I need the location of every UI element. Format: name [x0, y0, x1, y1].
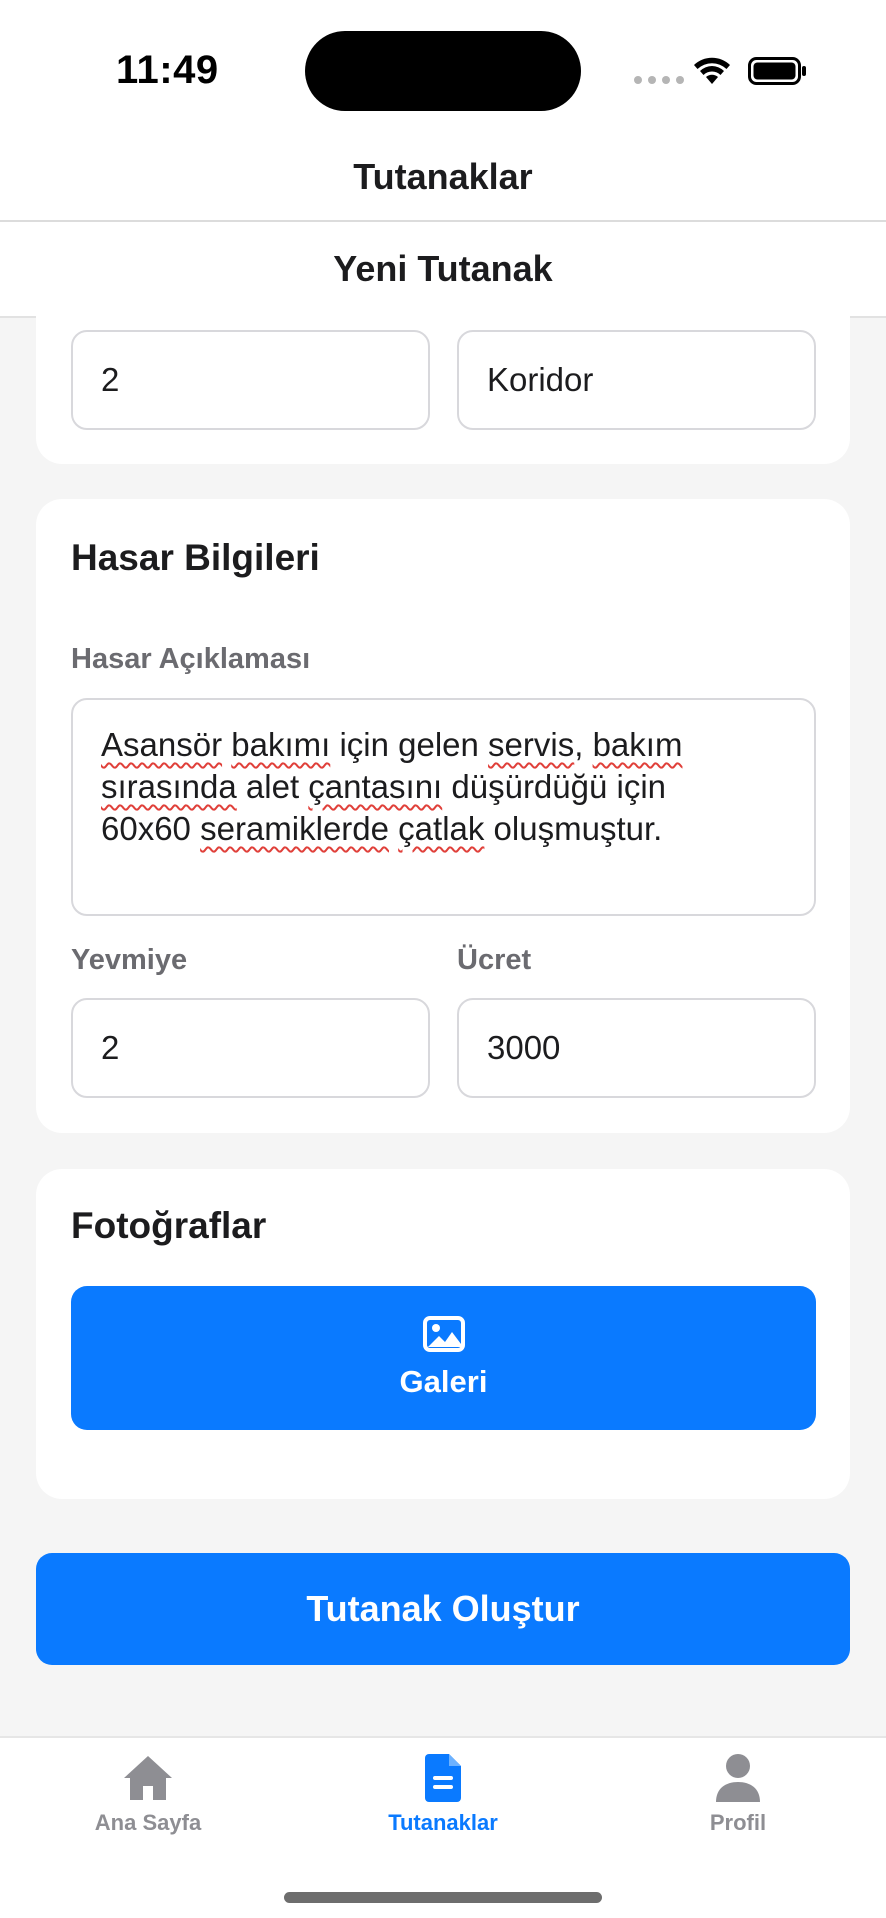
wifi-icon [694, 57, 730, 84]
status-bar: 11:49 [0, 0, 886, 140]
photos-section-title: Fotoğraflar [71, 1205, 267, 1246]
tab-profile[interactable]: Profil [628, 1752, 848, 1852]
tab-profile-label: Profil [709, 1810, 767, 1835]
fee-input[interactable]: 3000 [457, 998, 816, 1098]
days-label: Yevmiye [71, 944, 188, 976]
location-card: 2 Koridor [36, 300, 850, 464]
battery-icon [748, 57, 806, 85]
home-icon [124, 1756, 172, 1800]
tab-home-label: Ana Sayfa [94, 1810, 202, 1835]
damage-section-title: Hasar Bilgileri [71, 537, 320, 578]
description-line: Asansör bakımı için gelen servis, bakım [101, 726, 683, 763]
days-value: 2 [101, 1029, 120, 1066]
tab-bar: Ana Sayfa Tutanaklar Profil [0, 1736, 886, 1918]
tab-reports-label: Tutanaklar [388, 1810, 498, 1835]
description-line: 60x60 seramiklerde çatlak oluşmuştur. [101, 810, 663, 847]
navigation-header: Tutanaklar [0, 140, 886, 222]
gallery-button[interactable]: Galeri [71, 1286, 816, 1430]
description-textarea[interactable]: Asansör bakımı için gelen servis, bakım … [71, 698, 816, 916]
person-icon [716, 1754, 760, 1802]
tab-reports[interactable]: Tutanaklar [333, 1752, 553, 1852]
photos-card: Fotoğraflar Galeri [36, 1169, 850, 1499]
form-title: Yeni Tutanak [333, 248, 553, 289]
floor-value: 2 [101, 361, 120, 398]
area-input[interactable]: Koridor [457, 330, 816, 430]
description-line: sırasında alet çantasını düşürdüğü için [101, 768, 667, 805]
create-report-label: Tutanak Oluştur [306, 1588, 580, 1629]
home-indicator [284, 1892, 602, 1903]
fee-label: Ücret [457, 944, 532, 976]
gallery-label: Galeri [399, 1364, 488, 1399]
document-icon [425, 1754, 461, 1802]
dynamic-island [305, 31, 581, 111]
days-input[interactable]: 2 [71, 998, 430, 1098]
image-icon [422, 1316, 465, 1352]
fee-value: 3000 [487, 1029, 561, 1066]
description-label: Hasar Açıklaması [71, 643, 311, 675]
create-report-button[interactable]: Tutanak Oluştur [36, 1553, 850, 1665]
status-time: 11:49 [116, 48, 219, 92]
area-value: Koridor [487, 361, 594, 398]
page-title: Tutanaklar [353, 156, 533, 197]
tab-home[interactable]: Ana Sayfa [38, 1752, 258, 1852]
cellular-signal-icon [634, 76, 684, 84]
floor-input[interactable]: 2 [71, 330, 430, 430]
damage-info-card: Hasar Bilgileri Hasar Açıklaması Asansör… [36, 499, 850, 1133]
